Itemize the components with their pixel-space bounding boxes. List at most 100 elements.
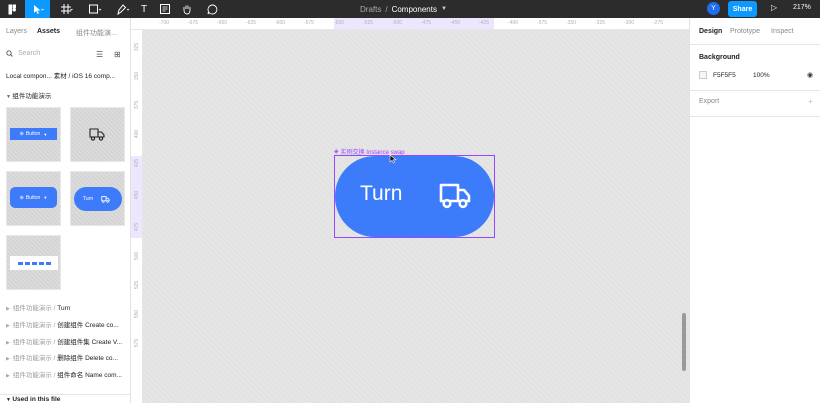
truck-icon [89, 128, 105, 141]
comment-icon [207, 4, 217, 14]
ruler-tick: 425 [134, 158, 140, 168]
file-breadcrumb[interactable]: Drafts / Components ▼ [360, 0, 447, 18]
component-group-header[interactable]: ▼ 组件功能演示 [6, 90, 51, 100]
list-item[interactable]: ▶ 组件功能演示 / 创建组件 Create co... [6, 319, 119, 329]
divider [690, 90, 820, 91]
chevron-down-icon: ▼ [43, 131, 48, 137]
ruler-tick: -625 [246, 20, 257, 26]
tab-prototype[interactable]: Prototype [730, 28, 760, 35]
file-name[interactable]: Components [392, 5, 437, 14]
chevron-down-icon: ▼ [43, 195, 48, 200]
ruler-tick: -350 [566, 20, 577, 26]
list-view-icon[interactable]: ☰ [96, 50, 103, 59]
library-book-icon[interactable]: ⊞ [114, 50, 121, 59]
component-thumbnail-turn[interactable]: Turn [70, 171, 125, 226]
text-tool-icon: T [140, 3, 148, 15]
chevron-right-icon: ▶ [6, 340, 10, 346]
ruler-tick: -275 [653, 20, 664, 26]
search-icon [6, 50, 13, 57]
background-color-swatch[interactable] [699, 71, 707, 79]
used-in-file-header[interactable]: ▼ Used in this file [6, 396, 60, 403]
plus-icon[interactable]: + [808, 97, 813, 106]
comment-tool-button[interactable] [205, 0, 219, 18]
tab-layers[interactable]: Layers [6, 28, 27, 35]
plus-circle-icon: ⊕ [19, 194, 24, 201]
library-path[interactable]: Local compon... 素材 / iOS 16 comp... [6, 70, 115, 80]
truck-icon [101, 195, 110, 203]
list-item[interactable]: ▶ 组件功能演示 / 组件命名 Name com... [6, 369, 122, 379]
shape-tool-button[interactable] [84, 0, 106, 18]
ruler-tick: 575 [134, 338, 140, 348]
ruler-tick: 400 [134, 129, 140, 139]
present-play-icon[interactable]: ▷ [771, 3, 777, 12]
ruler-tick: 375 [134, 100, 140, 110]
chevron-right-icon: ▶ [6, 306, 10, 312]
background-section-title: Background [699, 54, 740, 61]
dots-pattern [10, 256, 58, 270]
mouse-pointer-icon [389, 154, 397, 164]
rectangle-icon [88, 4, 101, 14]
text-tool-button[interactable]: T [137, 0, 151, 18]
eye-icon[interactable]: ◉ [807, 71, 813, 79]
mini-rounded-button: ⊕ Button ▼ [10, 187, 57, 208]
list-item[interactable]: ▶ 组件功能演示 / Turn [6, 302, 70, 312]
ruler-tick: -375 [537, 20, 548, 26]
project-name[interactable]: Drafts [360, 5, 381, 14]
instance-diamond-icon: ◈ [334, 149, 339, 155]
ruler-tick: 475 [134, 222, 140, 232]
turn-button-instance[interactable]: Turn [335, 156, 494, 237]
search-input[interactable]: Search [18, 50, 40, 57]
background-hex-input[interactable]: F5F5F5 [713, 72, 736, 79]
component-thumbnail-button[interactable]: ⊕ Button ▼ [6, 107, 61, 162]
tab-assets[interactable]: Assets [37, 28, 60, 35]
chevron-down-icon[interactable]: ▼ [441, 6, 447, 12]
button-label: Turn [360, 182, 403, 205]
ruler-tick: -450 [450, 20, 461, 26]
move-tool-button[interactable] [25, 0, 50, 18]
cursor-icon [33, 4, 44, 14]
tab-design[interactable]: Design [699, 28, 722, 35]
ruler-tick: -675 [188, 20, 199, 26]
zoom-level[interactable]: 217% [793, 4, 811, 11]
ruler-selection-highlight [334, 18, 494, 29]
background-opacity-input[interactable]: 100% [753, 72, 770, 79]
mini-turn-button: Turn [74, 187, 122, 211]
main-menu-button[interactable] [0, 0, 24, 18]
left-panel: Layers Assets 组件功能演... Search ☰ ⊞ Local … [0, 18, 131, 403]
ruler-tick: -650 [217, 20, 228, 26]
thumbnail-label: Button [25, 131, 41, 137]
component-thumbnail-rounded-button[interactable]: ⊕ Button ▼ [6, 171, 61, 226]
toolbar: T Drafts / Components ▼ Y Share ▷ 217% [0, 0, 820, 18]
hand-icon [183, 5, 191, 14]
share-button[interactable]: Share [728, 1, 757, 17]
avatar[interactable]: Y [707, 2, 720, 15]
comment-section-button[interactable] [158, 0, 172, 18]
ruler-tick: 500 [134, 251, 140, 261]
list-item[interactable]: ▶ 组件功能演示 / 删除组件 Delete co... [6, 352, 118, 362]
ruler-tick: -425 [479, 20, 490, 26]
pen-tool-button[interactable] [112, 0, 134, 18]
hand-tool-button[interactable] [180, 0, 194, 18]
list-item[interactable]: ▶ 组件功能演示 / 创建组件集 Create V... [6, 336, 122, 346]
tab-inspect[interactable]: Inspect [771, 28, 794, 35]
section-icon [160, 4, 170, 14]
ruler-tick: -550 [334, 20, 345, 26]
right-panel: Design Prototype Inspect Background F5F5… [689, 18, 820, 403]
tab-page-name[interactable]: 组件功能演... [76, 28, 117, 38]
divider [690, 44, 820, 45]
ruler-tick: -500 [392, 20, 403, 26]
component-thumbnail-truck[interactable] [70, 107, 125, 162]
left-panel-tabs: Layers Assets 组件功能演... [0, 18, 131, 47]
top-ruler: -700 -675 -650 -625 -600 -575 -550 -525 … [131, 18, 689, 30]
canvas-vertical-scrollbar[interactable] [682, 313, 686, 371]
ruler-tick: 550 [134, 309, 140, 319]
plus-circle-icon: ⊕ [19, 131, 24, 137]
ruler-tick: -300 [624, 20, 635, 26]
ruler-tick: 350 [134, 71, 140, 81]
component-thumbnail-dots[interactable] [6, 235, 61, 290]
asset-search[interactable]: Search [6, 50, 40, 57]
thumbnail-label: Button [25, 194, 41, 201]
export-section-title[interactable]: Export [699, 98, 719, 105]
ruler-tick: 450 [134, 190, 140, 200]
frame-tool-button[interactable] [56, 0, 78, 18]
